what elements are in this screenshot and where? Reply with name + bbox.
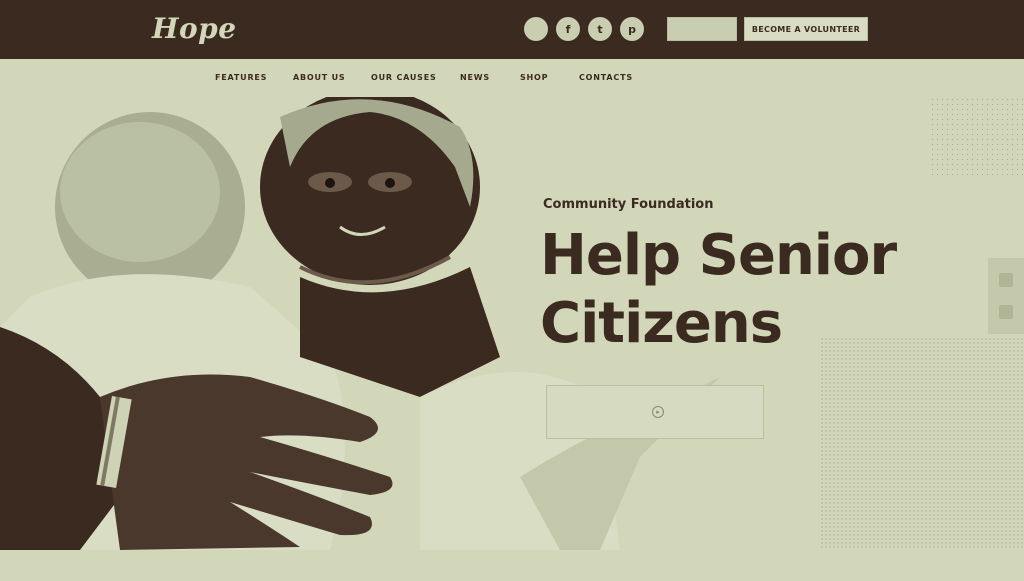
social-links: f t p (524, 17, 644, 41)
hero-headline: Help Senior Citizens (540, 222, 897, 358)
decorative-texture (820, 337, 1024, 550)
globe-icon[interactable] (524, 17, 548, 41)
facebook-icon[interactable]: f (556, 17, 580, 41)
pinterest-icon[interactable]: p (620, 17, 644, 41)
nav-item-about-us[interactable]: ABOUT US (293, 73, 346, 82)
side-tab-cart-icon[interactable] (999, 305, 1013, 319)
hero-eyebrow: Community Foundation (543, 197, 714, 212)
nav-item-shop[interactable]: SHOP (520, 73, 548, 82)
page-bottom (0, 550, 1024, 581)
become-volunteer-button[interactable]: BECOME A VOLUNTEER (744, 17, 868, 41)
headline-line-2: Citizens (540, 291, 783, 356)
nav-item-news[interactable]: NEWS (460, 73, 490, 82)
nav-item-our-causes[interactable]: OUR CAUSES (371, 73, 437, 82)
side-tab-settings-icon[interactable] (999, 273, 1013, 287)
side-toolbar (988, 258, 1024, 334)
nav-item-features[interactable]: FEATURES (215, 73, 267, 82)
hero-cta-button[interactable]: ▸ (546, 385, 764, 439)
site-logo[interactable]: Hope (152, 12, 237, 45)
headline-line-1: Help Senior (540, 223, 897, 288)
top-bar: Hope f t p BECOME A VOLUNTEER (0, 0, 1024, 59)
arrow-right-icon: ▸ (652, 406, 664, 418)
nav-item-contacts[interactable]: CONTACTS (579, 73, 633, 82)
twitter-icon[interactable]: t (588, 17, 612, 41)
donate-button[interactable] (667, 17, 737, 41)
decorative-texture-top (930, 97, 1024, 177)
main-nav: FEATURES ABOUT US OUR CAUSES NEWS SHOP C… (0, 59, 1024, 97)
